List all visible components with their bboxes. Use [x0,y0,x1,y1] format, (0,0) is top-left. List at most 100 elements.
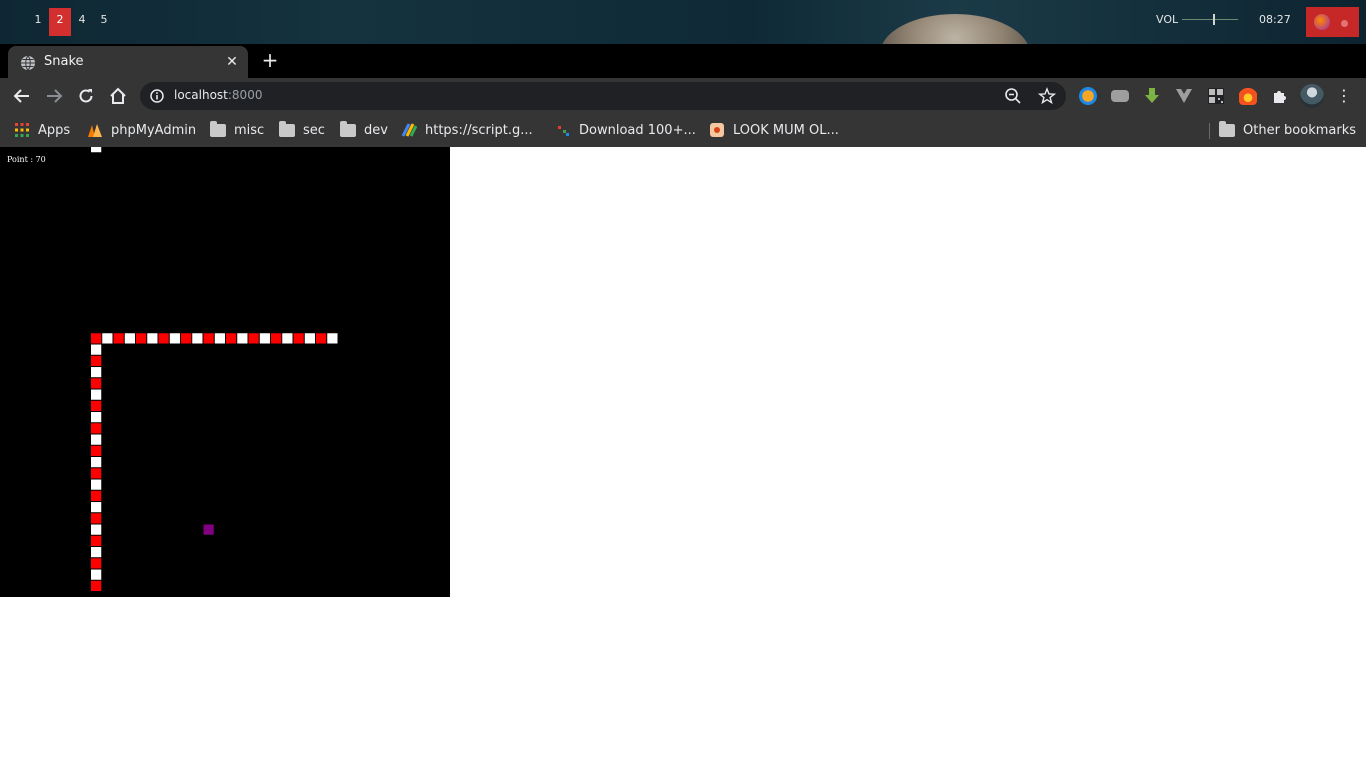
other-bookmarks[interactable]: Other bookmarks [1219,120,1356,140]
folder-icon [340,121,356,138]
tab-snake[interactable]: Snake ✕ [8,46,248,78]
snake-segment [271,333,282,344]
new-tab-button[interactable]: + [258,49,282,73]
tab-strip: Snake ✕ + [0,44,1366,78]
snake-game-canvas[interactable]: Point : 70 [0,147,450,597]
workspace-4[interactable]: 4 [71,8,93,36]
download-site-icon [558,126,569,136]
clock: 08:27 [1259,13,1291,26]
snake-segment [203,333,214,344]
bookmark-label: phpMyAdmin [111,122,197,138]
address-bar[interactable]: localhost:8000 [140,82,1066,110]
bookmark-label: sec [303,122,325,138]
bookmark-look-mum[interactable]: LOOK MUM OL... [709,120,839,140]
snake-segment [91,389,102,400]
snake-segment [91,513,102,524]
tab-title: Snake [44,54,84,69]
window-manager-bar: 1 2 4 5 VOL 08:27 [0,0,1366,44]
bookmark-script[interactable]: https://script.g... [401,120,533,140]
snake-segment [91,535,102,546]
volume-slider-knob[interactable] [1213,14,1215,25]
snake-segment [91,434,102,445]
bookmark-label: misc [234,122,265,138]
bookmark-folder-misc[interactable]: misc [210,120,264,140]
snake-segment [169,333,180,344]
snake-segment [91,400,102,411]
score-text: Point : 70 [7,155,46,164]
snake-segment [91,457,102,468]
workspace-5[interactable]: 5 [93,8,115,36]
extension-vue-icon[interactable] [1175,87,1193,105]
extension-fire-icon[interactable] [1239,87,1257,105]
arrow-left-icon [13,89,29,103]
tray-app-icon[interactable] [1314,14,1330,30]
extension-glasses-icon[interactable] [1111,90,1129,102]
snake-segment [91,367,102,378]
snake-segment [327,333,338,344]
bookmark-label: LOOK MUM OL... [733,122,839,138]
snake-segment [91,445,102,456]
snake-segment [102,333,113,344]
extensions-puzzle-icon[interactable] [1271,87,1289,105]
bookmark-phpmyadmin[interactable]: phpMyAdmin [87,120,196,140]
folder-icon [210,121,226,138]
workspace-2-active[interactable]: 2 [49,8,71,36]
snake-segment [237,333,248,344]
url-host: localhost [174,88,228,102]
snake-segment [91,333,102,344]
snake-segment [91,147,102,153]
extension-download-icon[interactable] [1143,87,1161,105]
snake-segment [248,333,259,344]
forward-button[interactable] [40,82,68,110]
volume-slider[interactable] [1182,19,1238,20]
info-icon[interactable] [150,89,164,103]
star-bookmark-icon[interactable] [1038,87,1056,105]
other-bookmarks-label: Other bookmarks [1243,122,1357,138]
snake-segment [91,490,102,501]
tray-record-icon[interactable] [1341,20,1348,27]
folder-icon [1219,121,1235,138]
url-port: :8000 [227,88,263,102]
home-button[interactable] [104,82,132,110]
snake-segment [113,333,124,344]
url-text[interactable]: localhost:8000 [174,88,262,102]
bookmark-folder-dev[interactable]: dev [340,120,388,140]
zoom-out-icon[interactable] [1004,87,1022,105]
bookmark-label: dev [364,122,388,138]
page-content: Point : 70 [0,147,1366,767]
reload-button[interactable] [72,82,100,110]
profile-avatar[interactable] [1300,84,1324,108]
snake-segment [259,333,270,344]
bookmark-page-icon [710,123,724,137]
bookmark-download[interactable]: Download 100+... [555,120,696,140]
extension-qr-icon[interactable] [1207,87,1225,105]
extension-owl-icon[interactable] [1079,87,1097,105]
snake-segment [91,580,102,591]
phpmyadmin-icon [88,124,102,137]
snake-segment [226,333,237,344]
bookmark-folder-sec[interactable]: sec [279,120,325,140]
back-button[interactable] [8,82,36,110]
browser-menu-icon[interactable]: ⋮ [1334,84,1354,108]
snake-segment [91,412,102,423]
snake-segment [91,423,102,434]
snake-segment [91,569,102,580]
bookmark-label: https://script.g... [425,122,533,138]
snake-segment [91,355,102,366]
workspace-1[interactable]: 1 [27,8,49,36]
snake-segment [91,468,102,479]
snake-segment [91,479,102,490]
snake-segment [91,502,102,513]
close-tab-icon[interactable]: ✕ [222,52,242,72]
snake-segment [136,333,147,344]
home-icon [110,87,126,104]
bookmark-apps[interactable]: Apps [14,120,70,140]
volume-label: VOL [1156,13,1179,26]
system-tray[interactable] [1306,7,1359,37]
wallpaper-figure [880,14,1030,44]
snake-segment [192,333,203,344]
folder-icon [279,121,295,138]
bookmark-label: Apps [38,122,71,138]
snake-segment [181,333,192,344]
bookmarks-bar: Apps phpMyAdmin misc sec dev https://scr… [0,114,1366,147]
